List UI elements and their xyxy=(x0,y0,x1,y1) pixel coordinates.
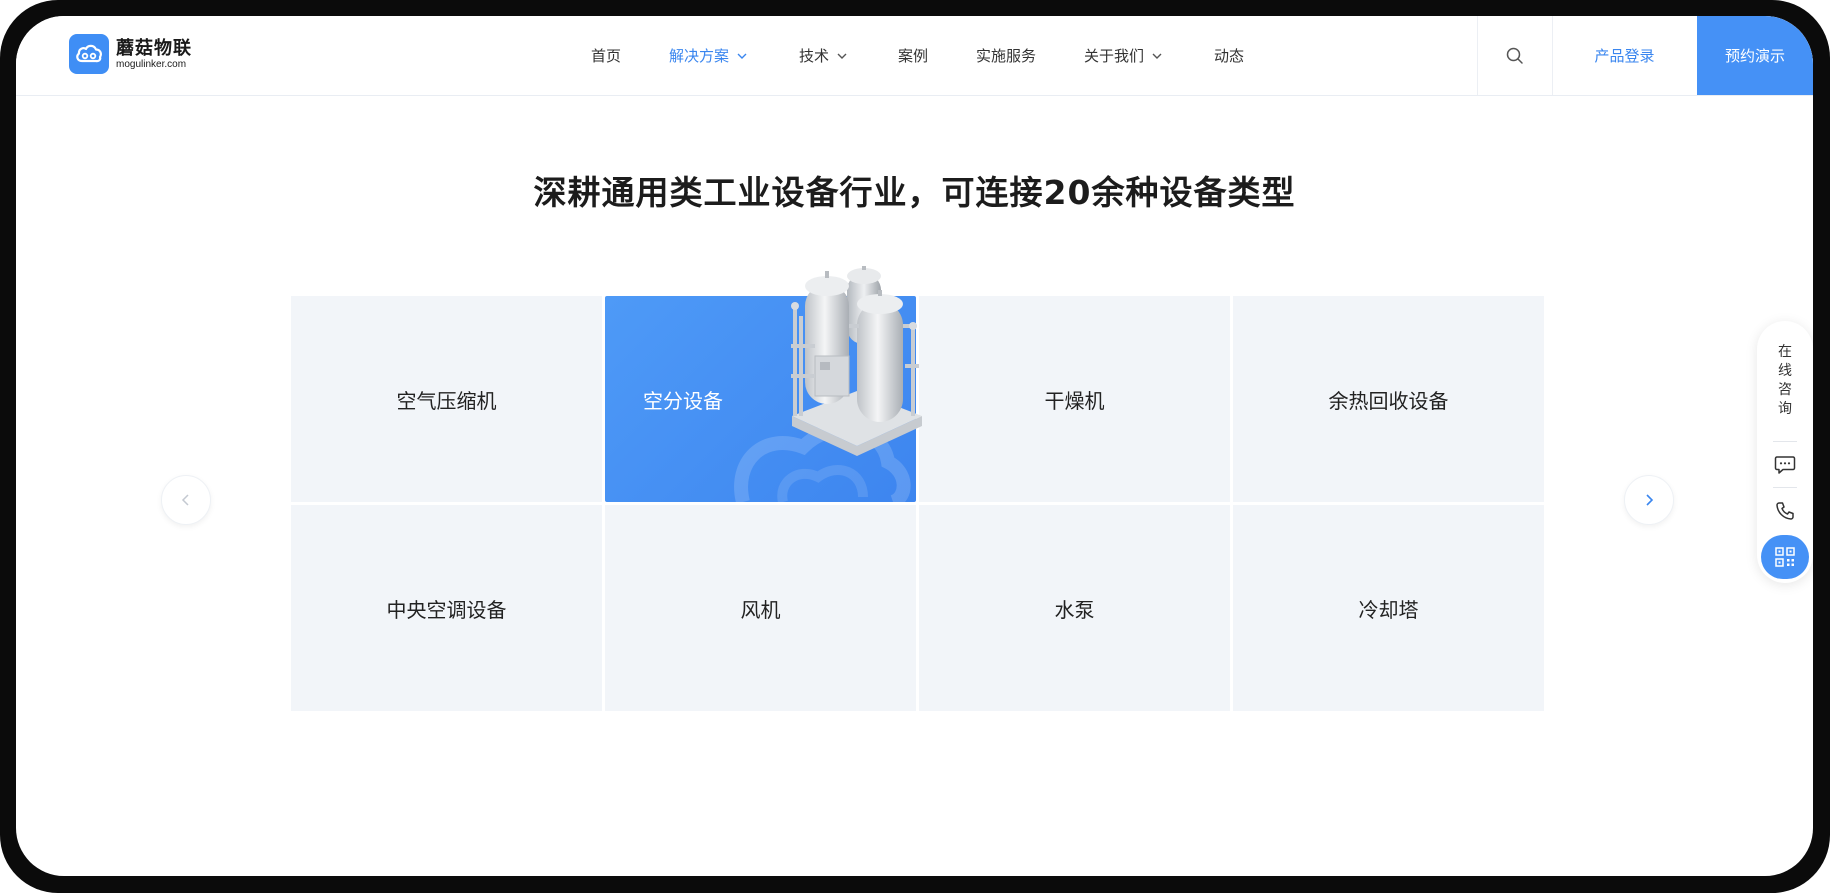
nav-home[interactable]: 首页 xyxy=(591,16,621,95)
product-login-button[interactable]: 产品登录 xyxy=(1553,16,1696,95)
qrcode-button[interactable] xyxy=(1761,535,1809,579)
device-grid: 空气压缩机 空分设备 干燥机 余热回收设备 中央空调设备 风机 水泵 冷却塔 xyxy=(291,266,1545,712)
nav-label: 动态 xyxy=(1214,47,1245,65)
site-header: 蘑菇物联 mogulinker.com 首页 解决方案 技术 案例 实施服务 关… xyxy=(16,16,1813,96)
chevron-left-icon xyxy=(181,494,189,506)
phone-icon xyxy=(1776,502,1794,520)
qrcode-icon xyxy=(1775,547,1795,567)
chat-icon xyxy=(1774,456,1796,474)
chevron-right-icon xyxy=(1646,494,1654,506)
device-tile-label: 水泵 xyxy=(1054,597,1095,622)
nav-label: 案例 xyxy=(898,47,929,65)
nav-about[interactable]: 关于我们 xyxy=(1084,16,1163,95)
nav-technology[interactable]: 技术 xyxy=(799,16,848,95)
device-tile-label: 干燥机 xyxy=(1044,388,1105,413)
chat-button[interactable] xyxy=(1771,451,1799,479)
nav-solutions[interactable]: 解决方案 xyxy=(669,16,748,95)
device-tile-label: 余热回收设备 xyxy=(1328,388,1449,413)
consult-char: 线 xyxy=(1778,363,1792,379)
consult-char: 在 xyxy=(1778,344,1792,360)
panel-divider xyxy=(1773,487,1797,488)
device-tile-fan[interactable]: 风机 xyxy=(605,505,916,711)
device-tile-label: 风机 xyxy=(740,597,781,622)
device-tile-central-ac[interactable]: 中央空调设备 xyxy=(291,505,602,711)
nav-label: 技术 xyxy=(799,47,830,65)
consult-char: 询 xyxy=(1778,401,1792,417)
device-tile-air-separation[interactable]: 空分设备 xyxy=(605,266,922,502)
device-tile-label: 空分设备 xyxy=(643,388,723,413)
device-frame: 蘑菇物联 mogulinker.com 首页 解决方案 技术 案例 实施服务 关… xyxy=(0,0,1830,893)
chevron-down-icon xyxy=(1152,53,1162,59)
phone-button[interactable] xyxy=(1771,497,1799,525)
device-tile-label: 冷却塔 xyxy=(1358,597,1419,622)
device-tile-cooling-tower[interactable]: 冷却塔 xyxy=(1233,505,1544,711)
device-tile-label: 中央空调设备 xyxy=(386,597,507,622)
device-tile-water-pump[interactable]: 水泵 xyxy=(919,505,1230,711)
nav-label: 实施服务 xyxy=(976,47,1037,65)
nav-cases[interactable]: 案例 xyxy=(898,16,928,95)
nav-services[interactable]: 实施服务 xyxy=(976,16,1036,95)
search-icon xyxy=(1506,47,1523,64)
browser-viewport: 蘑菇物联 mogulinker.com 首页 解决方案 技术 案例 实施服务 关… xyxy=(16,16,1813,876)
floating-contact-panel: 在 线 咨 询 xyxy=(1757,321,1813,583)
device-tile-dryer[interactable]: 干燥机 xyxy=(919,296,1230,502)
panel-divider xyxy=(1773,441,1797,442)
carousel-next-button[interactable] xyxy=(1624,475,1674,525)
air-separation-equipment-illustration xyxy=(791,266,922,456)
carousel-prev-button[interactable] xyxy=(161,475,211,525)
search-button[interactable] xyxy=(1478,16,1552,95)
device-tile-air-compressor[interactable]: 空气压缩机 xyxy=(291,296,602,502)
book-demo-button[interactable]: 预约演示 xyxy=(1697,16,1813,95)
chevron-down-icon xyxy=(737,53,747,59)
section-title: 深耕通用类工业设备行业，可连接20余种设备类型 xyxy=(533,173,1296,212)
chevron-down-icon xyxy=(837,53,847,59)
nav-label: 关于我们 xyxy=(1084,47,1145,65)
nav-label: 首页 xyxy=(591,47,622,65)
device-tile-label: 空气压缩机 xyxy=(396,388,497,413)
online-consult-button[interactable]: 在 线 咨 询 xyxy=(1757,343,1813,419)
consult-char: 咨 xyxy=(1778,382,1792,398)
nav-label: 解决方案 xyxy=(669,47,730,65)
device-tile-waste-heat-recovery[interactable]: 余热回收设备 xyxy=(1233,296,1544,502)
nav-news[interactable]: 动态 xyxy=(1214,16,1244,95)
